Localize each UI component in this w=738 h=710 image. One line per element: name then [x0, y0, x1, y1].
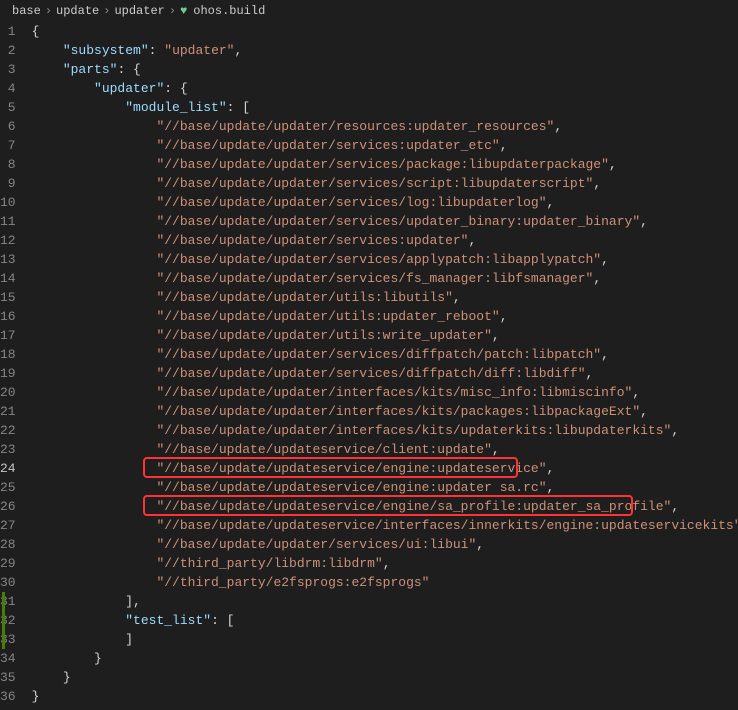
code-line[interactable]: "//base/update/updateservice/engine:upda…: [32, 478, 738, 497]
code-line[interactable]: "//base/update/updater/services/fs_manag…: [32, 269, 738, 288]
chevron-right-icon: ›: [45, 4, 52, 18]
breadcrumb-file[interactable]: ohos.build: [193, 4, 265, 18]
line-number: 11: [0, 212, 16, 231]
line-number: 29: [0, 554, 16, 573]
line-number: 18: [0, 345, 16, 364]
line-number: 17: [0, 326, 16, 345]
code-line[interactable]: }: [32, 668, 738, 687]
code-line[interactable]: "//third_party/libdrm:libdrm",: [32, 554, 738, 573]
code-line[interactable]: {: [32, 22, 738, 41]
breadcrumb[interactable]: base › update › updater › ♥ ohos.build: [0, 0, 738, 22]
line-number: 16: [0, 307, 16, 326]
line-number: 10: [0, 193, 16, 212]
line-number: 9: [0, 174, 16, 193]
code-line[interactable]: "module_list": [: [32, 98, 738, 117]
code-editor[interactable]: 1234567891011121314151617181920212223242…: [0, 22, 738, 708]
code-line[interactable]: "//base/update/updateservice/engine:upda…: [32, 459, 738, 478]
code-line[interactable]: "//third_party/e2fsprogs:e2fsprogs": [32, 573, 738, 592]
code-line[interactable]: "parts": {: [32, 60, 738, 79]
file-icon: ♥: [180, 4, 187, 18]
code-line[interactable]: "//base/update/updater/resources:updater…: [32, 117, 738, 136]
code-line[interactable]: }: [32, 649, 738, 668]
code-line[interactable]: "//base/update/updater/services/script:l…: [32, 174, 738, 193]
code-line[interactable]: "//base/update/updater/interfaces/kits/u…: [32, 421, 738, 440]
code-line[interactable]: }: [32, 687, 738, 706]
code-line[interactable]: "//base/update/updateservice/client:upda…: [32, 440, 738, 459]
line-number: 7: [0, 136, 16, 155]
line-number: 24: [0, 459, 16, 478]
code-line[interactable]: "//base/update/updater/utils:libutils",: [32, 288, 738, 307]
line-number: 27: [0, 516, 16, 535]
line-number: 19: [0, 364, 16, 383]
code-line[interactable]: "subsystem": "updater",: [32, 41, 738, 60]
line-number: 15: [0, 288, 16, 307]
line-number: 36: [0, 687, 16, 706]
line-number: 34: [0, 649, 16, 668]
line-number: 21: [0, 402, 16, 421]
line-number: 2: [0, 41, 16, 60]
line-number: 6: [0, 117, 16, 136]
code-line[interactable]: "//base/update/updater/services/updater_…: [32, 212, 738, 231]
breadcrumb-part[interactable]: base: [12, 4, 41, 18]
line-number-gutter: 1234567891011121314151617181920212223242…: [0, 22, 32, 708]
line-number: 30: [0, 573, 16, 592]
chevron-right-icon: ›: [169, 4, 176, 18]
chevron-right-icon: ›: [103, 4, 110, 18]
code-line[interactable]: "//base/update/updater/utils:updater_reb…: [32, 307, 738, 326]
code-line[interactable]: "//base/update/updater/services:updater_…: [32, 136, 738, 155]
line-number: 28: [0, 535, 16, 554]
breadcrumb-part[interactable]: updater: [114, 4, 164, 18]
line-number: 35: [0, 668, 16, 687]
line-number: 1: [0, 22, 16, 41]
code-line[interactable]: "//base/update/updater/utils:write_updat…: [32, 326, 738, 345]
line-number: 13: [0, 250, 16, 269]
line-number: 23: [0, 440, 16, 459]
line-number: 4: [0, 79, 16, 98]
code-line[interactable]: "test_list": [: [32, 611, 738, 630]
line-number: 12: [0, 231, 16, 250]
code-line[interactable]: "//base/update/updater/services/log:libu…: [32, 193, 738, 212]
code-line[interactable]: "//base/update/updater/services/diffpatc…: [32, 345, 738, 364]
code-line[interactable]: "//base/update/updater/services/applypat…: [32, 250, 738, 269]
code-line[interactable]: ]: [32, 630, 738, 649]
line-number: 5: [0, 98, 16, 117]
breadcrumb-part[interactable]: update: [56, 4, 99, 18]
code-line[interactable]: "//base/update/updateservice/interfaces/…: [32, 516, 738, 535]
code-line[interactable]: "//base/update/updater/interfaces/kits/p…: [32, 402, 738, 421]
line-number: 14: [0, 269, 16, 288]
code-line[interactable]: "//base/update/updater/services/ui:libui…: [32, 535, 738, 554]
code-line[interactable]: "//base/update/updater/interfaces/kits/m…: [32, 383, 738, 402]
git-modified-indicator: [2, 592, 5, 649]
code-content[interactable]: { "subsystem": "updater", "parts": { "up…: [32, 22, 738, 708]
line-number: 22: [0, 421, 16, 440]
line-number: 20: [0, 383, 16, 402]
line-number: 26: [0, 497, 16, 516]
line-number: 3: [0, 60, 16, 79]
code-line[interactable]: "//base/update/updater/services/package:…: [32, 155, 738, 174]
code-line[interactable]: ],: [32, 592, 738, 611]
line-number: 8: [0, 155, 16, 174]
code-line[interactable]: "//base/update/updater/services:updater"…: [32, 231, 738, 250]
code-line[interactable]: "//base/update/updater/services/diffpatc…: [32, 364, 738, 383]
code-line[interactable]: "//base/update/updateservice/engine/sa_p…: [32, 497, 738, 516]
line-number: 25: [0, 478, 16, 497]
code-line[interactable]: "updater": {: [32, 79, 738, 98]
